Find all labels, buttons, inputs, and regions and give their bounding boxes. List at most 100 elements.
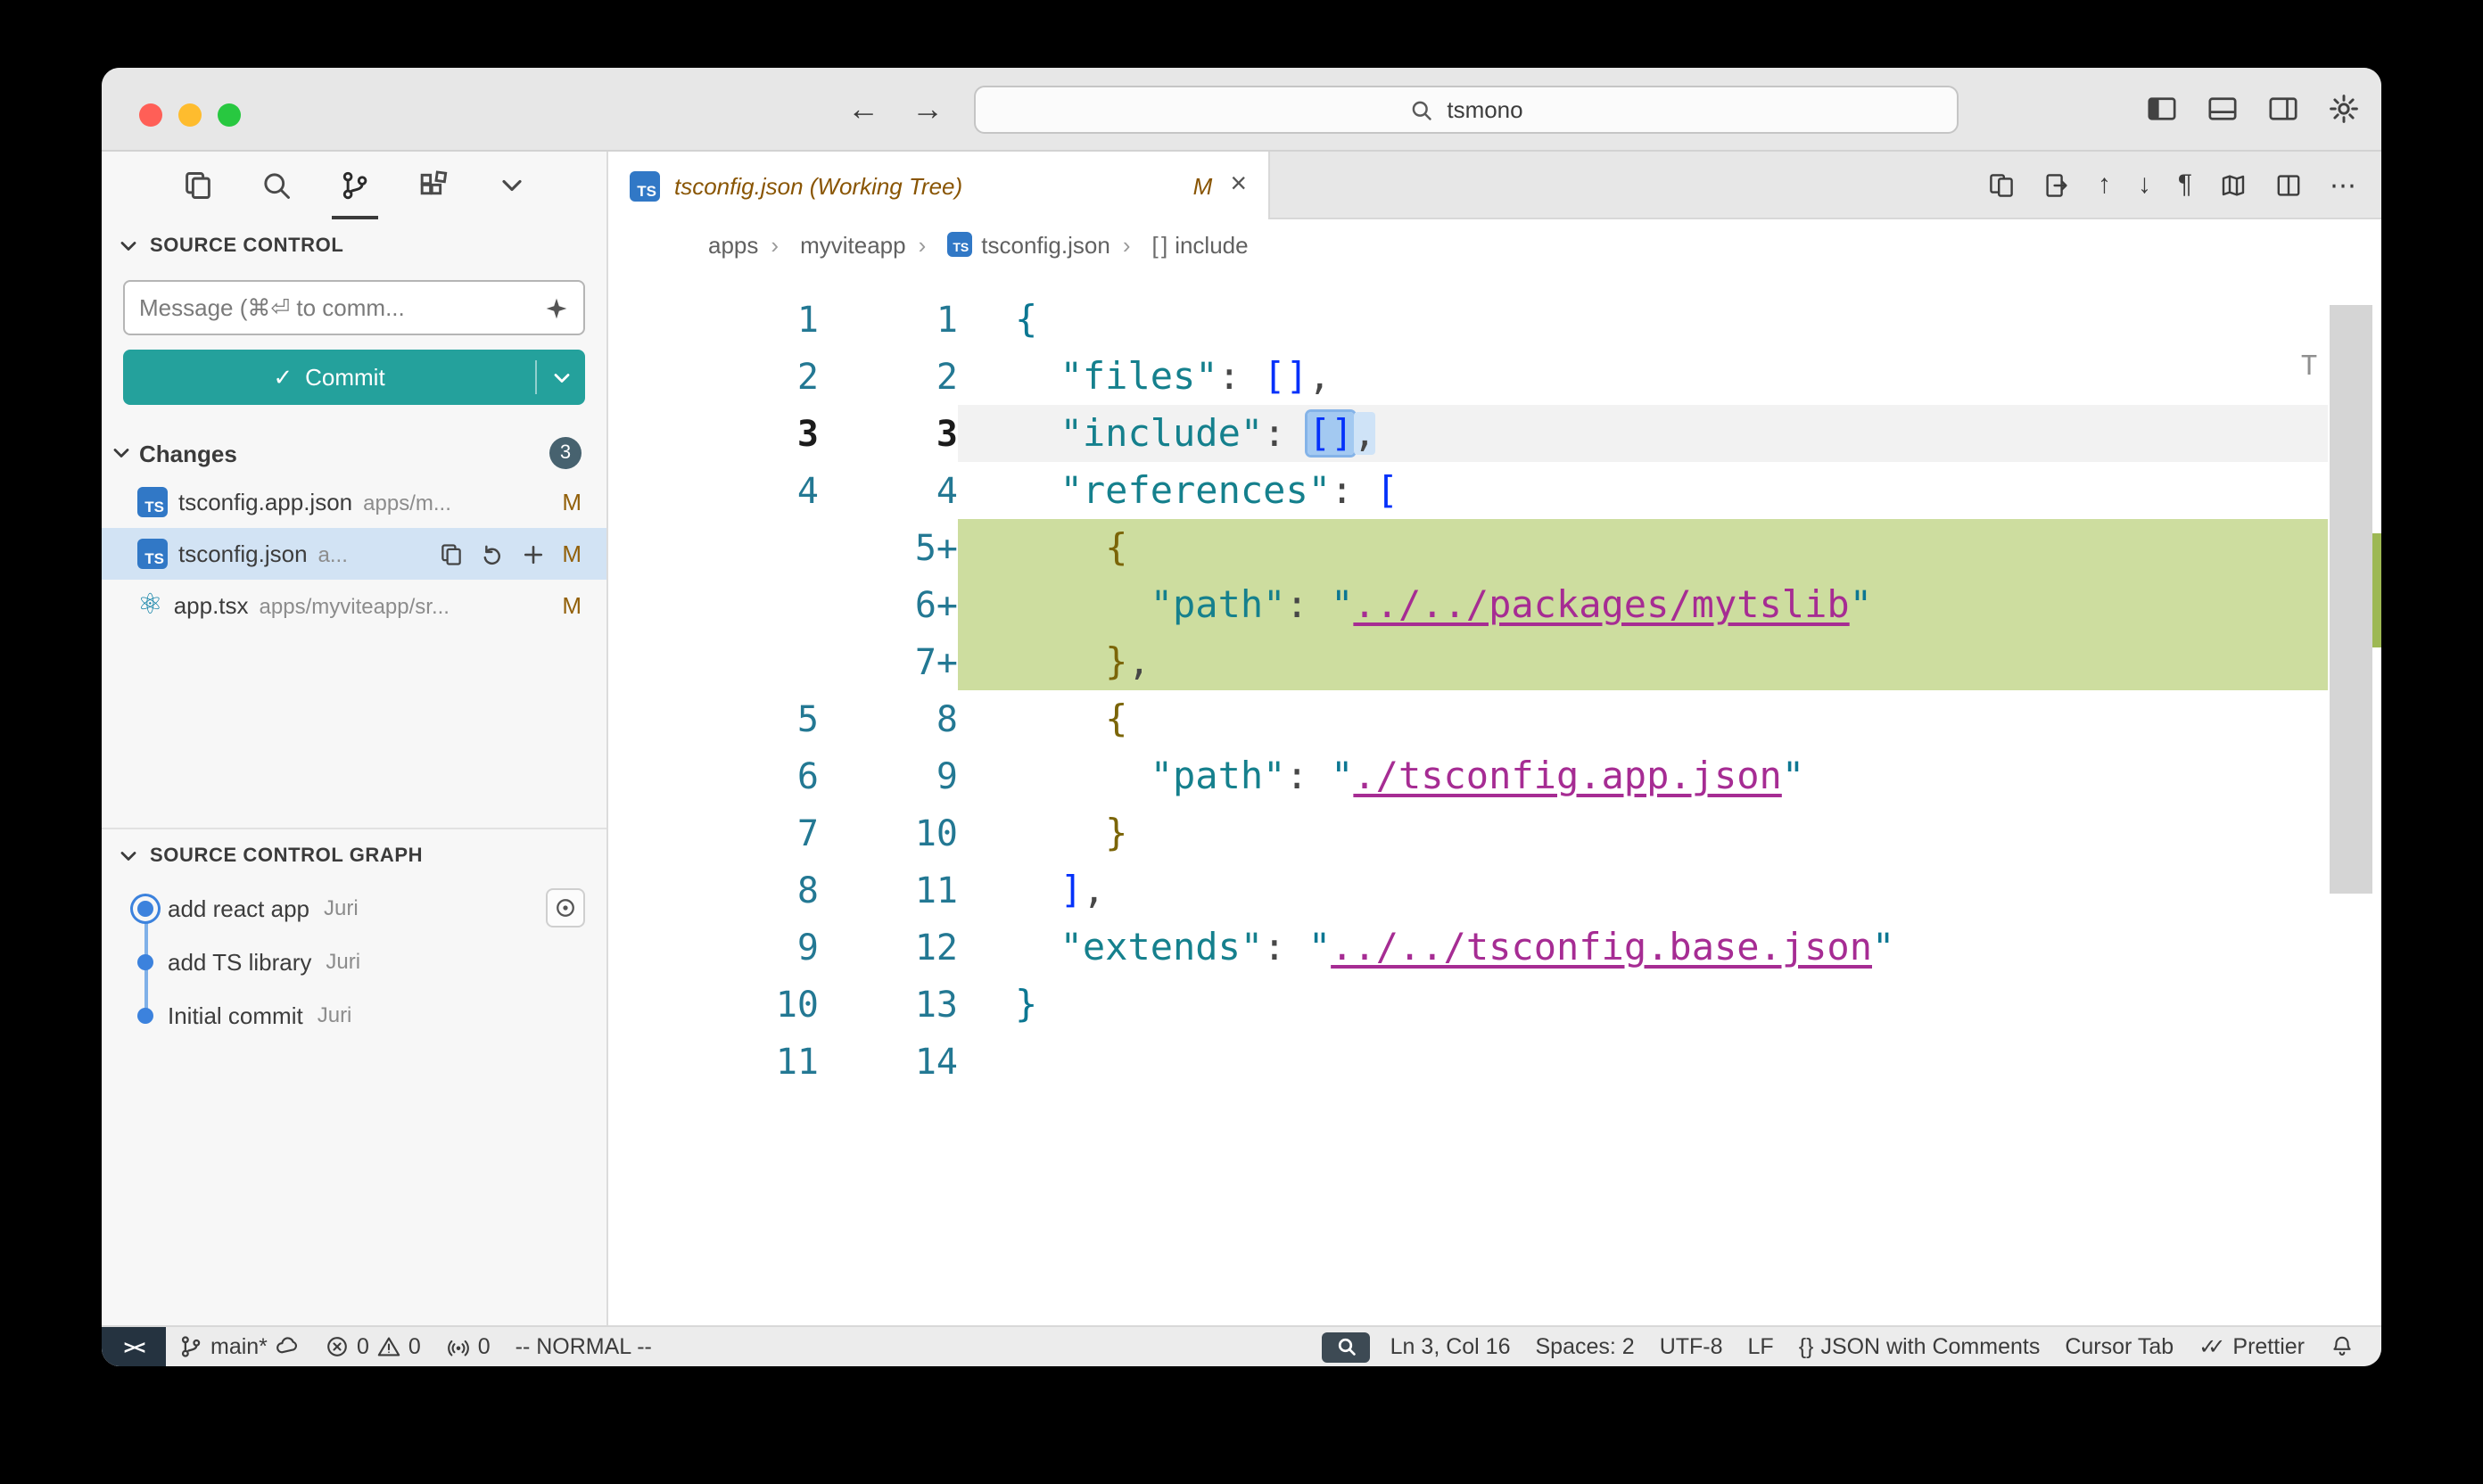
changed-file-row[interactable]: ⚛ app.tsx apps/myviteapp/sr... M [102,580,606,631]
commit-row[interactable]: add TS library Juri [102,935,606,988]
breadcrumb-apps[interactable]: apps [708,231,758,258]
array-symbol-icon: [ ] [1152,231,1167,258]
zoom-window-button[interactable] [218,103,241,127]
code-line-added: 7+ }, [608,633,2328,690]
stage-changes-plus-icon[interactable] [521,541,546,566]
code-line: 22 "files": [], [608,348,2328,405]
search-icon [1409,97,1434,122]
toggle-secondary-sidebar-icon[interactable] [2267,93,2299,125]
cursor-tab-indicator[interactable]: Cursor Tab [2052,1327,2186,1366]
document-link[interactable]: ./tsconfig.app.json [1353,754,1781,797]
goto-commit-button[interactable] [546,888,585,928]
search-view-icon[interactable] [260,152,293,219]
code-line-added: 5+ { [608,519,2328,576]
modified-status: M [562,489,582,515]
formatter-indicator[interactable]: ✓✓ Prettier [2186,1327,2317,1366]
tab-tsconfig-working-tree[interactable]: TS tsconfig.json (Working Tree) M × [608,152,1270,219]
problems-indicator[interactable]: 0 0 [312,1327,433,1366]
code-line: 1114 [608,1033,2328,1090]
old-line-number [608,576,819,633]
source-control-graph-header[interactable]: SOURCE CONTROL GRAPH [102,828,606,881]
forward-icon[interactable]: → [912,90,944,128]
git-branch-icon [178,1334,203,1359]
commit-row[interactable]: Initial commit Juri [102,988,606,1042]
more-actions-icon[interactable]: ⋯ [2330,169,2356,201]
language-mode-indicator[interactable]: {} JSON with Comments [1786,1327,2053,1366]
breadcrumb-tsconfig[interactable]: TS tsconfig.json [906,231,1110,258]
discard-changes-icon[interactable] [480,541,505,566]
close-tab-icon[interactable]: × [1230,171,1247,200]
changed-file-row[interactable]: TS tsconfig.app.json apps/m... M [102,476,606,528]
broadcast-icon [446,1334,471,1359]
next-change-icon[interactable]: ↓ [2138,169,2151,200]
workbench: SOURCE CONTROL ✓ Commit [102,152,2381,1325]
commit-button-main[interactable]: ✓ Commit [123,350,535,405]
eol-indicator[interactable]: LF [1736,1327,1786,1366]
commit-dot-head-icon [137,900,153,916]
search-value: tsmono [1447,96,1522,123]
code-line: 1013} [608,976,2328,1033]
editor-scrollbar-thumb[interactable] [2330,305,2372,894]
notifications-bell[interactable] [2317,1327,2367,1366]
line-col-indicator[interactable]: Ln 3, Col 16 [1378,1327,1523,1366]
titlebar: ← → tsmono [102,68,2381,152]
explorer-icon[interactable] [182,152,214,219]
sidebar: SOURCE CONTROL ✓ Commit [102,152,608,1325]
source-control-header[interactable]: SOURCE CONTROL [102,219,606,273]
magnifier-icon [1336,1336,1357,1357]
toggle-panel-icon[interactable] [2207,93,2239,125]
modified-status: M [562,540,582,567]
breadcrumb-myviteapp[interactable]: myviteapp [758,231,905,258]
old-line-number [608,633,819,690]
commit-row[interactable]: add react app Juri [102,881,606,935]
target-icon [553,895,578,920]
changes-label: Changes [139,440,237,466]
toggle-primary-sidebar-icon[interactable] [2146,93,2178,125]
typescript-file-icon: TS [947,232,972,257]
document-link[interactable]: ../../packages/mytslib [1353,583,1849,626]
code-line-added: 6+ "path": "../../packages/mytslib" [608,576,2328,633]
whitespace-toggle-icon[interactable]: ¶ [2178,169,2192,200]
minimize-window-button[interactable] [178,103,202,127]
open-file-icon[interactable] [439,541,464,566]
braces-icon: {} [1799,1334,1814,1359]
typescript-file-icon: TS [137,539,168,569]
more-views-chevron-icon[interactable] [496,152,528,219]
previous-change-icon[interactable]: ↑ [2098,169,2111,200]
ports-indicator[interactable]: 0 [433,1327,503,1366]
changed-file-row-selected[interactable]: TS tsconfig.json a... M [102,528,606,580]
editor-actions: ↑ ↓ ¶ ⋯ [1987,152,2381,218]
old-line-number: 3 [608,405,819,462]
encoding-indicator[interactable]: UTF-8 [1647,1327,1736,1366]
extensions-view-icon[interactable] [417,152,450,219]
new-line-number: 9 [819,747,958,804]
zoom-status-chip[interactable] [1323,1331,1371,1362]
command-center-search[interactable]: tsmono [974,86,1959,134]
map-icon[interactable] [2219,170,2248,199]
changes-section-header[interactable]: Changes 3 [102,430,606,476]
settings-gear-icon[interactable] [2328,93,2360,125]
go-to-file-icon[interactable] [2042,170,2071,199]
new-line-number: 10 [819,804,958,862]
vscode-window: ← → tsmono [102,68,2381,1366]
branch-indicator[interactable]: main* [166,1327,312,1366]
commit-message-input[interactable] [139,294,533,321]
old-line-number: 10 [608,976,819,1033]
commit-dropdown-button[interactable] [537,350,585,405]
publish-cloud-icon [275,1334,300,1359]
back-icon[interactable]: ← [847,90,879,128]
split-editor-icon[interactable] [2274,170,2303,199]
new-line-number: 1 [819,291,958,348]
source-control-view-icon[interactable] [339,152,371,219]
sparkle-ai-icon[interactable] [544,295,569,320]
breadcrumb-include[interactable]: [ ] include [1110,231,1249,258]
close-window-button[interactable] [139,103,162,127]
vim-mode-indicator: -- NORMAL -- [503,1327,664,1366]
indentation-indicator[interactable]: Spaces: 2 [1523,1327,1647,1366]
open-changes-icon[interactable] [1987,170,2016,199]
document-link[interactable]: ../../tsconfig.base.json [1331,926,1872,969]
breadcrumbs: apps myviteapp TS tsconfig.json [ ] incl… [608,219,2381,269]
remote-indicator[interactable]: >< [102,1327,166,1366]
code-line: 811 ], [608,862,2328,919]
commit-graph: add react app Juri add TS library Juri I… [102,881,606,1042]
